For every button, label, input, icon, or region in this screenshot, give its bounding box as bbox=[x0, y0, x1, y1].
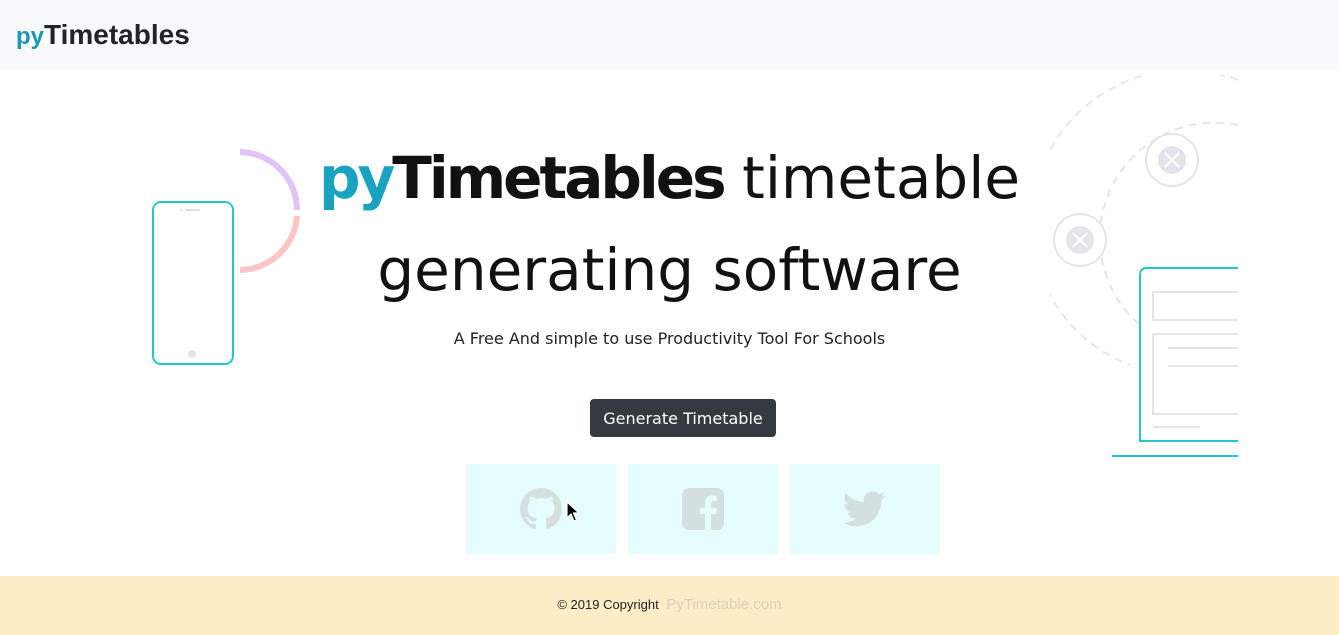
footer-copyright-text: © 2019 Copyright bbox=[557, 597, 659, 612]
hero-title-line2: generating software bbox=[377, 236, 962, 304]
navbar: pyTimetables bbox=[0, 0, 1339, 70]
footer-site-link[interactable]: PyTimetable.com bbox=[666, 596, 781, 613]
navbar-brand-link[interactable]: pyTimetables bbox=[16, 18, 190, 54]
facebook-button[interactable] bbox=[628, 464, 778, 554]
footer-copyright: © 2019 Copyright PyTimetable.com bbox=[0, 596, 1339, 613]
hero-title-line1-rest: timetable bbox=[723, 144, 1021, 212]
brand-name: Timetables bbox=[44, 19, 190, 50]
twitter-icon bbox=[843, 491, 886, 527]
facebook-icon bbox=[682, 488, 724, 530]
github-button[interactable] bbox=[466, 464, 616, 554]
mouse-cursor-icon bbox=[566, 501, 580, 522]
generate-timetable-button[interactable]: Generate Timetable bbox=[590, 399, 776, 437]
twitter-button[interactable] bbox=[790, 464, 940, 554]
brand-prefix: py bbox=[16, 23, 45, 50]
github-icon bbox=[520, 488, 562, 529]
hero-title-brand: Timetables bbox=[392, 144, 726, 212]
hero-title: pyTimetables timetable generating softwa… bbox=[0, 132, 1339, 316]
hero-subtitle: A Free And simple to use Productivity To… bbox=[453, 329, 886, 348]
footer: © 2019 Copyright PyTimetable.com bbox=[0, 576, 1339, 635]
hero-title-prefix: py bbox=[318, 144, 395, 212]
